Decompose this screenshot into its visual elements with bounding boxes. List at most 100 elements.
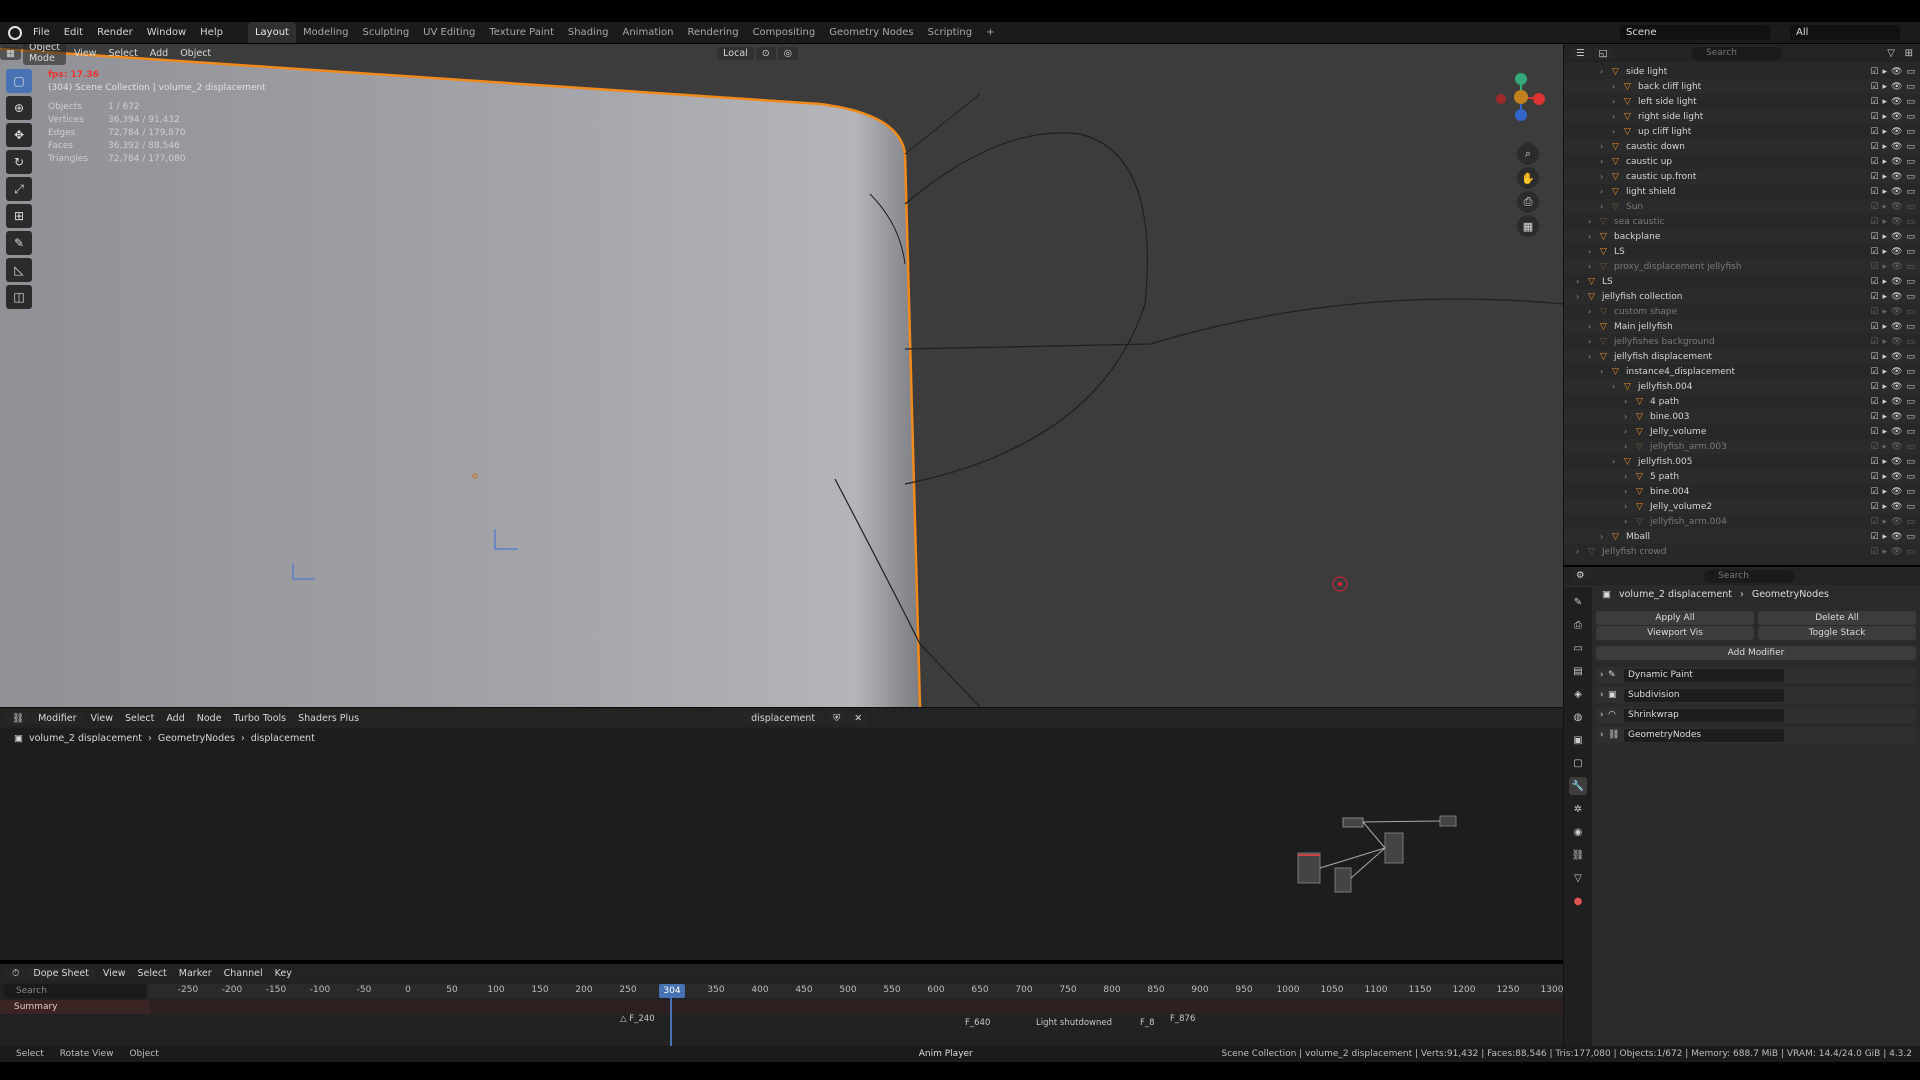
visibility-toggles[interactable]: ☑ ▸ 👁 ▭ [1870,262,1915,272]
menu-file[interactable]: File [26,22,57,43]
menu-node[interactable]: Node [191,712,228,725]
exclude-checkbox-icon[interactable]: ☑ [1870,367,1878,377]
outliner-row[interactable]: › ▽ left side light ☑ ▸ 👁 ▭ [1564,94,1920,109]
exclude-checkbox-icon[interactable]: ☑ [1870,262,1878,272]
material-tab-icon[interactable]: ● [1569,892,1587,910]
render-icon[interactable]: ▭ [1906,292,1915,302]
outliner-row-label[interactable]: sea caustic [1614,217,1664,227]
pan-hand-icon[interactable]: ✋ [1517,167,1539,189]
scene-tab-icon[interactable]: ◈ [1569,685,1587,703]
visibility-toggles[interactable]: ☑ ▸ 👁 ▭ [1870,322,1915,332]
outliner-row-label[interactable]: jellyfishes background [1614,337,1715,347]
expand-arrow-icon[interactable]: › [1612,457,1622,466]
select-arrow-icon[interactable]: ▸ [1883,397,1888,407]
visibility-toggles[interactable]: ☑ ▸ 👁 ▭ [1870,112,1915,122]
filter-icon[interactable]: ▽ [1887,48,1895,59]
editor-type-button[interactable]: ⛓ [6,711,31,725]
scale-tool-icon[interactable]: ⤢ [6,177,32,201]
outliner-row[interactable]: › ▽ light shield ☑ ▸ 👁 ▭ [1564,184,1920,199]
tab-rendering[interactable]: Rendering [680,22,745,43]
outliner-row-label[interactable]: Jelly_volume2 [1650,502,1712,512]
properties-search-input[interactable]: Search [1704,570,1794,583]
modifier-tab-icon[interactable]: 🔧 [1569,777,1587,795]
select-arrow-icon[interactable]: ▸ [1883,322,1888,332]
visibility-toggles[interactable]: ☑ ▸ 👁 ▭ [1870,412,1915,422]
expand-arrow-icon[interactable]: › [1600,202,1610,211]
eye-icon[interactable]: 👁 [1891,382,1902,392]
tab-shading[interactable]: Shading [561,22,616,43]
editor-type-button[interactable]: ▦ [0,46,21,60]
eye-icon[interactable]: 👁 [1891,292,1902,302]
exclude-checkbox-icon[interactable]: ☑ [1870,397,1878,407]
render-tab-icon[interactable]: ⎙ [1569,616,1587,634]
modifier-subdivision[interactable]: › ▣ Subdivision [1596,687,1916,703]
menu-shaders-plus[interactable]: Shaders Plus [292,712,365,725]
add-cube-tool-icon[interactable]: ◫ [6,285,32,309]
marker[interactable]: F_8 [1140,1018,1155,1028]
visibility-toggles[interactable]: ☑ ▸ 👁 ▭ [1870,232,1915,242]
outliner-row-label[interactable]: 5 path [1650,472,1679,482]
render-icon[interactable]: ▭ [1906,502,1915,512]
visibility-toggles[interactable]: ☑ ▸ 👁 ▭ [1870,157,1915,167]
eye-icon[interactable]: 👁 [1891,127,1902,137]
render-icon[interactable]: ▭ [1906,457,1915,467]
outliner-row[interactable]: › ▽ 4 path ☑ ▸ 👁 ▭ [1564,394,1920,409]
outliner-row-label[interactable]: caustic up.front [1626,172,1696,182]
eye-icon[interactable]: 👁 [1891,457,1902,467]
render-icon[interactable]: ▭ [1906,157,1915,167]
add-workspace-button[interactable]: + [979,22,1001,43]
menu-render[interactable]: Render [90,22,140,43]
outliner-row[interactable]: › ▽ Main jellyfish ☑ ▸ 👁 ▭ [1564,319,1920,334]
frame-ruler[interactable]: -250-200-150-100-50050100150200250300350… [148,984,1563,998]
menu-window[interactable]: Window [140,22,193,43]
visibility-toggles[interactable]: ☑ ▸ 👁 ▭ [1870,202,1915,212]
transform-tool-icon[interactable]: ⊞ [6,204,32,228]
viewport-vis-button[interactable]: Viewport Vis [1596,626,1754,640]
exclude-checkbox-icon[interactable]: ☑ [1870,502,1878,512]
outliner-row[interactable]: › ▽ Jelly_volume2 ☑ ▸ 👁 ▭ [1564,499,1920,514]
exclude-checkbox-icon[interactable]: ☑ [1870,442,1878,452]
render-icon[interactable]: ▭ [1906,172,1915,182]
exclude-checkbox-icon[interactable]: ☑ [1870,307,1878,317]
channel-search-input[interactable]: Search [4,984,146,998]
select-arrow-icon[interactable]: ▸ [1883,157,1888,167]
mode-selector[interactable]: Object Mode [22,44,66,65]
outliner-row[interactable]: › ▽ jellyfish_arm.003 ☑ ▸ 👁 ▭ [1564,439,1920,454]
outliner-row-label[interactable]: up cliff light [1638,127,1691,137]
marker[interactable]: △ F_240 [620,1014,655,1024]
outliner-row[interactable]: › ▽ Mball ☑ ▸ 👁 ▭ [1564,529,1920,544]
outliner-row-label[interactable]: instance4_displacement [1626,367,1735,377]
zoom-icon[interactable]: ⌕ [1517,143,1539,165]
tab-compositing[interactable]: Compositing [746,22,823,43]
exclude-checkbox-icon[interactable]: ☑ [1870,487,1878,497]
expand-arrow-icon[interactable]: › [1600,187,1610,196]
eye-icon[interactable]: 👁 [1891,202,1902,212]
render-icon[interactable]: ▭ [1906,232,1915,242]
select-arrow-icon[interactable]: ▸ [1883,247,1888,257]
menu-channel[interactable]: Channel [218,967,269,980]
select-arrow-icon[interactable]: ▸ [1883,412,1888,422]
outliner-row[interactable]: › ▽ LS ☑ ▸ 👁 ▭ [1564,244,1920,259]
outliner-row-label[interactable]: left side light [1638,97,1697,107]
visibility-toggles[interactable]: ☑ ▸ 👁 ▭ [1870,247,1915,257]
physics-tab-icon[interactable]: ◉ [1569,823,1587,841]
outliner-row[interactable]: › ▽ instance4_displacement ☑ ▸ 👁 ▭ [1564,364,1920,379]
visibility-toggles[interactable]: ☑ ▸ 👁 ▭ [1870,277,1915,287]
render-icon[interactable]: ▭ [1906,412,1915,422]
eye-icon[interactable]: 👁 [1891,487,1902,497]
render-icon[interactable]: ▭ [1906,307,1915,317]
visibility-toggles[interactable]: ☑ ▸ 👁 ▭ [1870,502,1915,512]
camera-view-icon[interactable]: ⎙ [1517,191,1539,213]
menu-key[interactable]: Key [269,967,298,980]
expand-arrow-icon[interactable]: › [1576,547,1586,556]
expand-arrow-icon[interactable]: › [1600,532,1610,541]
perspective-grid-icon[interactable]: ▦ [1517,215,1539,237]
tab-texture-paint[interactable]: Texture Paint [482,22,561,43]
visibility-toggles[interactable]: ☑ ▸ 👁 ▭ [1870,517,1915,527]
new-collection-icon[interactable]: ⊞ [1905,48,1913,59]
outliner-row[interactable]: › ▽ caustic up.front ☑ ▸ 👁 ▭ [1564,169,1920,184]
expand-arrow-icon[interactable]: › [1588,262,1598,271]
render-icon[interactable]: ▭ [1906,277,1915,287]
menu-select[interactable]: Select [102,47,143,60]
render-icon[interactable]: ▭ [1906,532,1915,542]
